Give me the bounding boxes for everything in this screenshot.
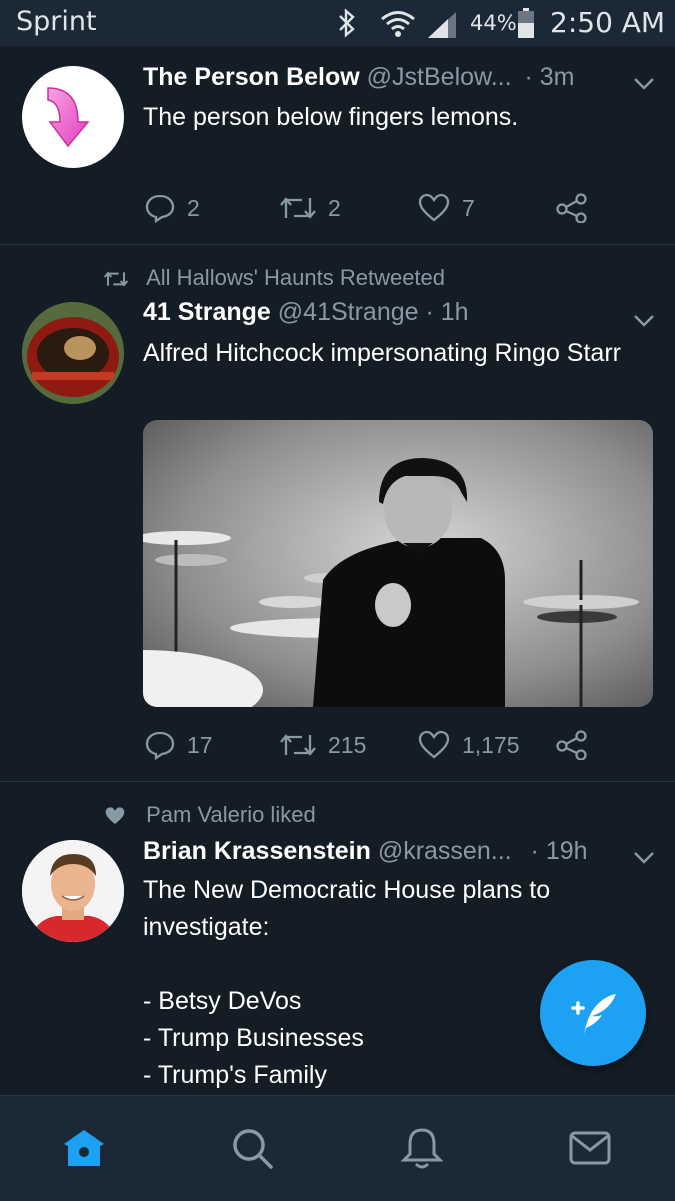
share-icon [556, 730, 587, 760]
brian-avatar-image [22, 840, 124, 942]
retweet-icon [280, 734, 316, 756]
share-button[interactable] [556, 725, 600, 765]
display-name[interactable]: Brian Krassenstein [143, 837, 371, 865]
bluetooth-icon [339, 8, 355, 38]
tweet-2[interactable]: All Hallows' Haunts Retweeted 41 Strange… [0, 245, 675, 781]
strange-avatar-image [22, 302, 124, 404]
status-bar: Sprint 44% 2:50 AM [0, 0, 675, 46]
heart-icon [418, 193, 450, 222]
user-handle: @JstBelow... [366, 63, 512, 91]
drummer-photo-image [143, 420, 653, 707]
share-button[interactable] [556, 188, 600, 228]
arrow-avatar-image [47, 87, 90, 148]
retweet-button[interactable]: 2 [280, 188, 341, 228]
reply-count: 2 [187, 194, 200, 221]
compose-tweet-icon [571, 994, 616, 1034]
tweet-photo[interactable] [143, 420, 653, 707]
cell-signal-icon [428, 12, 456, 38]
tweet-actions: 2 2 7 [0, 188, 675, 228]
tweet-header: The Person Below @JstBelow... · 3m [143, 63, 575, 92]
reply-button[interactable]: 2 [145, 188, 200, 228]
like-count: 1,175 [462, 731, 520, 758]
like-button[interactable]: 7 [418, 188, 475, 228]
social-context: Pam Valerio liked [104, 802, 316, 828]
user-handle: @41Strange · 1h [277, 298, 469, 326]
display-name[interactable]: 41 Strange [143, 298, 271, 326]
search-icon[interactable] [230, 1126, 274, 1170]
messages-icon[interactable] [568, 1126, 612, 1170]
tweet-text: Alfred Hitchcock impersonating Ringo Sta… [143, 339, 621, 367]
social-context-label[interactable]: Pam Valerio liked [146, 802, 316, 827]
tweet-header: Brian Krassenstein @krassen... · 19h [143, 837, 588, 866]
tweet-1[interactable]: The Person Below @JstBelow... · 3m The p… [0, 46, 675, 244]
avatar[interactable] [22, 66, 124, 168]
retweet-count: 215 [328, 731, 367, 758]
bottom-tab-bar [0, 1095, 675, 1201]
like-count: 7 [462, 194, 475, 221]
carrier-label: Sprint [16, 6, 97, 37]
retweet-small-icon [104, 271, 128, 287]
avatar[interactable] [22, 840, 124, 942]
heart-small-icon [105, 807, 125, 825]
reply-button[interactable]: 17 [145, 725, 213, 765]
tweet-actions: 17 215 1,175 [0, 725, 675, 765]
home-icon[interactable] [62, 1126, 106, 1170]
reply-icon [145, 194, 175, 223]
retweet-button[interactable]: 215 [280, 725, 366, 765]
tweet-time: · 3m [524, 63, 575, 91]
notifications-icon[interactable] [400, 1126, 444, 1170]
chevron-down-icon[interactable] [632, 850, 656, 866]
retweet-icon [280, 197, 316, 219]
tweet-header: 41 Strange @41Strange · 1h [143, 298, 469, 327]
tweet-text: The person below fingers lemons. [143, 103, 519, 131]
share-icon [556, 193, 587, 223]
reply-count: 17 [187, 731, 213, 758]
display-name[interactable]: The Person Below [143, 63, 360, 91]
social-context-label[interactable]: All Hallows' Haunts Retweeted [146, 265, 445, 290]
clock: 2:50 AM [550, 6, 666, 39]
battery-icon [518, 8, 534, 38]
wifi-icon [381, 11, 415, 37]
retweet-count: 2 [328, 194, 341, 221]
battery-percent: 44% [470, 11, 517, 35]
tweet-time: · 19h [530, 837, 588, 865]
chevron-down-icon[interactable] [632, 76, 656, 92]
reply-icon [145, 731, 175, 760]
avatar[interactable] [22, 302, 124, 404]
heart-icon [418, 730, 450, 759]
chevron-down-icon[interactable] [632, 313, 656, 329]
social-context: All Hallows' Haunts Retweeted [104, 265, 445, 291]
like-button[interactable]: 1,175 [418, 725, 520, 765]
compose-tweet-button[interactable] [540, 960, 646, 1066]
user-handle: @krassen... [377, 837, 512, 865]
